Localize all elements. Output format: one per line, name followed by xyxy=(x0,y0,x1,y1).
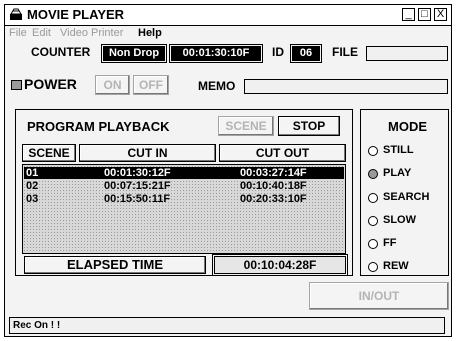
power-off-button[interactable]: OFF xyxy=(133,75,169,95)
movie-player-window: MOVIE PLAYER _ □ X File Edit Video Print… xyxy=(4,4,452,337)
menu-video-printer[interactable]: Video Printer xyxy=(60,27,123,39)
cut-in-cell: 00:07:15:21F xyxy=(104,180,171,192)
elapsed-time-display: 00:10:04:28F xyxy=(212,254,348,276)
file-field[interactable] xyxy=(366,46,448,61)
mode-search-label: SEARCH xyxy=(383,191,430,203)
title-bar: MOVIE PLAYER _ □ X xyxy=(5,5,451,26)
column-header-scene[interactable]: SCENE xyxy=(22,144,76,162)
power-indicator xyxy=(11,80,22,90)
mode-slow-label: SLOW xyxy=(383,214,416,226)
maximize-button[interactable]: □ xyxy=(418,8,431,21)
scene-button[interactable]: SCENE xyxy=(218,116,274,136)
menu-edit[interactable]: Edit xyxy=(32,27,51,39)
cut-out-cell: 00:10:40:18F xyxy=(240,180,307,192)
program-playback-panel: PROGRAM PLAYBACK SCENE STOP SCENE CUT IN… xyxy=(15,109,353,276)
table-row[interactable]: 01 00:01:30:12F 00:03:27:14F xyxy=(24,167,344,179)
window-title: MOVIE PLAYER xyxy=(27,7,125,22)
mode-rew-radio[interactable] xyxy=(368,262,378,272)
mode-title: MODE xyxy=(388,119,427,134)
memo-field[interactable] xyxy=(244,79,448,94)
cut-in-cell: 00:01:30:12F xyxy=(104,167,171,179)
maximize-icon: □ xyxy=(421,8,428,20)
scene-cell: 03 xyxy=(26,193,39,205)
id-label: ID xyxy=(272,45,284,59)
mode-play-radio[interactable] xyxy=(368,169,378,179)
counter-mode-button[interactable]: Non Drop xyxy=(101,44,167,63)
menu-file[interactable]: File xyxy=(9,27,27,39)
mode-rew-label: REW xyxy=(383,260,409,272)
stop-button[interactable]: STOP xyxy=(278,116,340,136)
id-value: 06 xyxy=(290,44,322,63)
in-out-button[interactable]: IN/OUT xyxy=(309,282,449,310)
mode-ff-label: FF xyxy=(383,237,397,249)
mode-panel: MODE STILL PLAY SEARCH SLOW FF REW xyxy=(360,109,449,276)
status-bar: Rec On ! ! xyxy=(9,317,445,334)
column-header-cut-in[interactable]: CUT IN xyxy=(79,144,216,162)
cut-in-cell: 00:15:50:11F xyxy=(104,193,171,205)
program-playback-title: PROGRAM PLAYBACK xyxy=(27,119,170,134)
table-row[interactable]: 02 00:07:15:21F 00:10:40:18F xyxy=(24,180,344,192)
scene-list[interactable]: 01 00:01:30:12F 00:03:27:14F 02 00:07:15… xyxy=(22,164,346,254)
menu-bar: File Edit Video Printer Help xyxy=(5,26,451,40)
scene-cell: 02 xyxy=(26,180,39,192)
camera-icon xyxy=(10,8,22,20)
menu-help[interactable]: Help xyxy=(138,27,162,39)
mode-still-radio[interactable] xyxy=(368,146,378,156)
column-header-cut-out[interactable]: CUT OUT xyxy=(219,144,346,162)
elapsed-time-button[interactable]: ELAPSED TIME xyxy=(24,256,206,274)
minimize-button[interactable]: _ xyxy=(402,8,415,21)
power-on-button[interactable]: ON xyxy=(95,75,130,95)
mode-search-radio[interactable] xyxy=(368,193,378,203)
table-row[interactable]: 03 00:15:50:11F 00:20:33:10F xyxy=(24,193,344,205)
close-button[interactable]: X xyxy=(434,8,447,21)
scene-cell: 01 xyxy=(26,167,39,179)
minimize-icon: _ xyxy=(405,8,412,20)
cut-out-cell: 00:03:27:14F xyxy=(240,167,307,179)
counter-time-display: 00:01:30:10F xyxy=(169,44,263,63)
mode-ff-radio[interactable] xyxy=(368,239,378,249)
counter-label: COUNTER xyxy=(31,45,91,59)
cut-out-cell: 00:20:33:10F xyxy=(240,193,307,205)
close-icon: X xyxy=(436,8,445,20)
mode-slow-radio[interactable] xyxy=(368,216,378,226)
mode-play-label: PLAY xyxy=(383,167,412,179)
memo-label: MEMO xyxy=(198,79,236,93)
mode-still-label: STILL xyxy=(383,144,414,156)
power-label: POWER xyxy=(24,76,77,92)
file-label: FILE xyxy=(332,45,358,59)
